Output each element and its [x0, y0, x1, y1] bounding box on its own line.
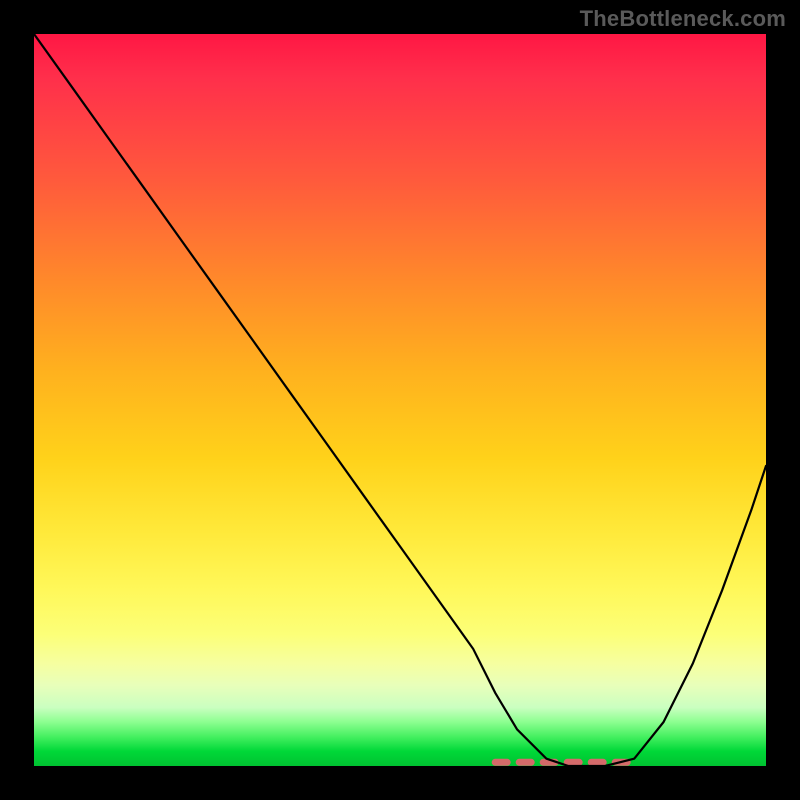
plot-area: [34, 34, 766, 766]
watermark-text: TheBottleneck.com: [580, 6, 786, 32]
bottleneck-curve: [34, 34, 766, 766]
chart-stage: TheBottleneck.com: [0, 0, 800, 800]
chart-svg: [34, 34, 766, 766]
